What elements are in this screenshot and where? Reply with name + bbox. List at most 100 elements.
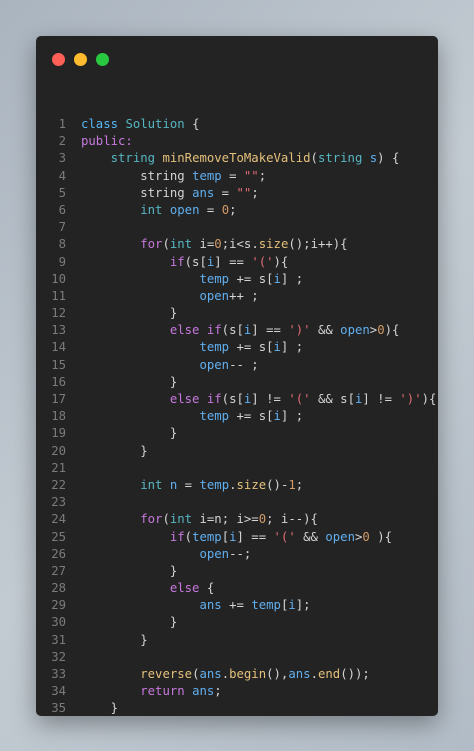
code-token: && bbox=[310, 323, 341, 338]
code-editor: 1 class Solution {2 public: 3 string minRem… bbox=[36, 116, 438, 716]
code-token: ] == bbox=[251, 323, 289, 338]
code-line: 23 bbox=[36, 494, 438, 511]
line-number: 16 bbox=[51, 374, 66, 389]
line-code: class Solution { bbox=[81, 116, 199, 133]
code-line: 7 bbox=[36, 219, 438, 236]
code-line: 5 string ans = ""; bbox=[36, 185, 438, 202]
code-line: 4 string temp = ""; bbox=[36, 168, 438, 185]
code-token: ] == bbox=[214, 254, 252, 269]
line-number: 9 bbox=[58, 254, 66, 269]
line-number: 35 bbox=[51, 701, 66, 716]
maximize-window-button[interactable] bbox=[96, 53, 109, 66]
line-number: 5 bbox=[58, 185, 66, 200]
line-code: temp += s[i] ; bbox=[81, 271, 303, 288]
line-number: 1 bbox=[58, 117, 66, 131]
line-code: for(int i=0;i<s.size();i++){ bbox=[81, 236, 347, 253]
code-token: (s[ bbox=[184, 254, 207, 269]
code-token: ; bbox=[258, 168, 267, 183]
code-token: else bbox=[169, 581, 200, 596]
code-line: 13 else if(s[i] == ')' && open>0){ bbox=[36, 322, 438, 339]
code-token: ]; bbox=[295, 598, 311, 613]
code-token: class bbox=[81, 117, 119, 131]
code-token: temp bbox=[199, 340, 230, 355]
code-token: int bbox=[140, 477, 163, 492]
code-token: (s[ bbox=[221, 392, 244, 406]
code-token: } bbox=[81, 443, 148, 458]
code-token: += s[ bbox=[229, 340, 274, 355]
code-token: open bbox=[169, 202, 200, 217]
code-token: . bbox=[310, 667, 318, 681]
line-number: 25 bbox=[51, 529, 66, 544]
code-token: } bbox=[81, 615, 178, 630]
code-token: ] != bbox=[362, 392, 400, 406]
line-code: else if(s[i] != '(' && s[i] != ')'){ bbox=[81, 391, 437, 408]
line-code: return ans; bbox=[81, 683, 221, 700]
code-token: && bbox=[295, 529, 326, 544]
line-code: } bbox=[81, 563, 177, 580]
code-token: } bbox=[81, 426, 178, 441]
code-token: = bbox=[221, 168, 244, 183]
code-line: 30 } bbox=[36, 614, 438, 631]
code-token: string bbox=[110, 151, 156, 166]
code-line: 29 ans += temp[i]; bbox=[36, 597, 438, 614]
code-token: size bbox=[258, 237, 289, 252]
line-number: 21 bbox=[51, 460, 66, 475]
code-token: ans bbox=[199, 667, 222, 681]
code-line: 19 } bbox=[36, 425, 438, 442]
line-number: 6 bbox=[58, 202, 66, 217]
code-token: 0 bbox=[258, 512, 267, 527]
line-number: 24 bbox=[51, 512, 66, 527]
code-line: 8 for(int i=0;i<s.size();i++){ bbox=[36, 236, 438, 253]
line-number: 10 bbox=[51, 271, 66, 286]
code-token: } bbox=[81, 563, 178, 578]
code-token: string bbox=[140, 168, 185, 183]
line-code: open++ ; bbox=[81, 288, 258, 305]
close-window-button[interactable] bbox=[52, 53, 65, 66]
code-token: ( bbox=[184, 529, 193, 544]
code-line: 21 bbox=[36, 460, 438, 477]
code-token: = bbox=[199, 202, 222, 217]
code-token: ; bbox=[251, 185, 259, 200]
code-token: if bbox=[169, 529, 185, 544]
code-line: 25 if(temp[i] == '(' && open>0 ){ bbox=[36, 529, 438, 546]
code-token: ;i<s. bbox=[221, 237, 259, 252]
code-token: end bbox=[317, 667, 341, 681]
code-line: 33 reverse(ans.begin(),ans.end()); bbox=[36, 666, 438, 683]
code-token: for bbox=[140, 237, 163, 252]
code-token: i=n; i>= bbox=[192, 512, 259, 527]
code-token: else if bbox=[169, 392, 222, 406]
code-line: 26 open--; bbox=[36, 546, 438, 563]
code-line: 31 } bbox=[36, 632, 438, 649]
line-number: 19 bbox=[51, 426, 66, 441]
code-token: ){ bbox=[384, 323, 400, 338]
line-number: 31 bbox=[51, 632, 66, 647]
code-token: --; bbox=[229, 546, 252, 561]
line-number: 13 bbox=[51, 323, 66, 338]
code-token: minRemoveToMakeValid bbox=[162, 151, 311, 166]
code-token: if bbox=[169, 254, 185, 269]
code-token: 0 bbox=[214, 237, 222, 252]
code-token: open bbox=[199, 546, 230, 561]
minimize-window-button[interactable] bbox=[74, 53, 87, 66]
line-code: int open = 0; bbox=[81, 202, 236, 219]
code-token: } bbox=[81, 374, 178, 389]
line-code: } bbox=[81, 632, 147, 649]
code-token: i= bbox=[192, 237, 215, 252]
code-line: 3 string minRemoveToMakeValid(string s) … bbox=[36, 150, 438, 167]
line-number: 7 bbox=[58, 220, 66, 235]
code-token: ){ bbox=[369, 529, 393, 544]
code-token: '(' bbox=[251, 254, 274, 269]
code-token: [ bbox=[221, 529, 230, 544]
code-line: 16 } bbox=[36, 374, 438, 391]
code-token: } bbox=[81, 306, 178, 321]
code-token: begin bbox=[229, 667, 267, 681]
code-token: i bbox=[273, 271, 281, 286]
code-token: ] ; bbox=[280, 409, 304, 424]
line-number: 2 bbox=[58, 134, 66, 149]
